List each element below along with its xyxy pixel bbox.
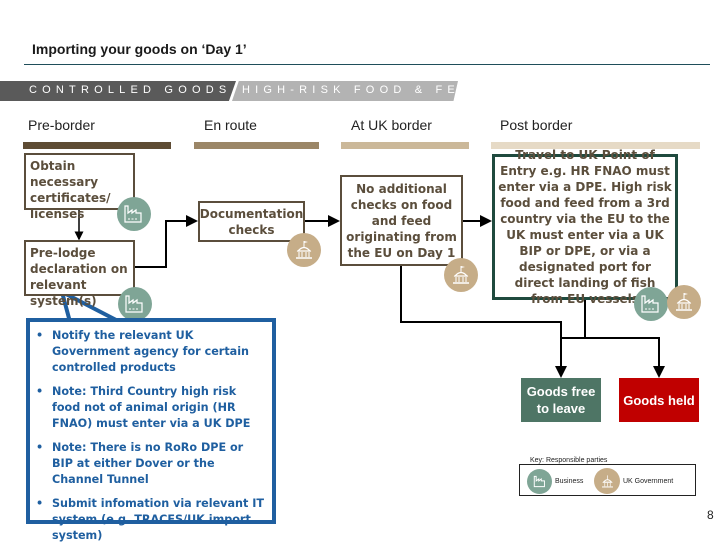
factory-icon (124, 205, 142, 223)
business-badge (118, 287, 152, 321)
legend-title: Key: Responsible parties (527, 457, 611, 464)
step-no-additional-checks: No additional checks on food and feed or… (340, 175, 463, 266)
legend-government-label: UK Government (623, 478, 674, 485)
legend-government-badge (594, 468, 620, 494)
legend-business-label: Business (555, 478, 584, 485)
step-pre-lodge-declaration-text: Pre-lodge declaration on relevant system… (30, 246, 128, 308)
outcome-goods-held-text: Goods held (623, 392, 695, 408)
step-documentation-checks: Documentation checks (198, 201, 305, 242)
notes-callout: Notify the relevant UK Government agency… (26, 318, 276, 542)
page-number: 8 (707, 508, 714, 522)
uk-government-badge (444, 258, 478, 292)
uk-government-badge (287, 233, 321, 267)
government-building-icon (601, 474, 613, 487)
business-badge (117, 197, 151, 231)
step-travel-to-uk-point-of-entry: Travel to UK Point of Entry e.g. HR FNAO… (492, 148, 678, 306)
factory-icon (641, 295, 659, 313)
notes-list: Notify the relevant UK Government agency… (30, 322, 272, 544)
note-item: Notify the relevant UK Government agency… (36, 328, 264, 376)
factory-icon (533, 475, 545, 488)
outcome-goods-held: Goods held (619, 378, 699, 422)
note-item: Note: Third Country high risk food not o… (36, 384, 264, 432)
uk-government-badge (667, 285, 701, 319)
business-badge (634, 287, 668, 321)
government-building-icon (676, 293, 692, 311)
government-building-icon (453, 266, 469, 284)
step-obtain-certificates: Obtain necessary certificates/ licenses (24, 153, 135, 221)
step-pre-lodge-declaration: Pre-lodge declaration on relevant system… (24, 240, 135, 308)
step-no-additional-checks-text: No additional checks on food and feed or… (346, 181, 457, 260)
connector-prelodge-to-documentation (135, 215, 198, 268)
note-item: Note: There is no RoRo DPE or BIP at eit… (36, 440, 264, 488)
outcome-goods-free-to-leave-text: Goods free to leave (526, 384, 596, 416)
outcome-goods-free-to-leave: Goods free to leave (521, 378, 601, 422)
step-travel-to-uk-point-of-entry-text: Travel to UK Point of Entry e.g. HR FNAO… (498, 148, 672, 306)
government-building-icon (296, 241, 312, 259)
legend-business-badge (527, 469, 552, 494)
note-item: Submit infomation via relevant IT system… (36, 496, 264, 544)
step-documentation-checks-text: Documentation checks (199, 206, 304, 237)
factory-icon (125, 295, 143, 313)
